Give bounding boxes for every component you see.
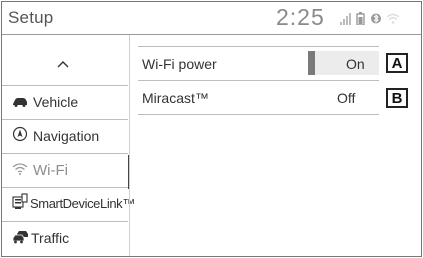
signal-icon (339, 12, 351, 30)
callout-b: B (386, 88, 408, 108)
sidebar-item-label: Wi-Fi (33, 162, 68, 179)
sidebar-item-navigation[interactable]: Navigation (2, 119, 130, 153)
setup-screen: Setup 2:25 Vehicle Navigation Wi-Fi Smar… (1, 1, 422, 257)
sidebar-item-label: Traffic (31, 230, 70, 246)
sidebar-item-traffic[interactable]: Traffic (2, 221, 130, 255)
sidebar-item-label: Navigation (33, 128, 100, 144)
smartdevicelink-icon (12, 187, 28, 224)
chevron-up-icon (57, 61, 69, 68)
header-bar: Setup 2:25 (2, 2, 421, 35)
sidebar-item-wifi[interactable]: Wi-Fi (2, 153, 130, 190)
sidebar-item-smartdevicelink[interactable]: SmartDeviceLink™ (2, 187, 135, 224)
traffic-icon (12, 221, 30, 256)
wifi-power-row[interactable]: Wi-Fi power On (138, 47, 379, 81)
car-icon (12, 85, 28, 122)
sidebar: Vehicle Navigation Wi-Fi SmartDeviceLink… (2, 35, 135, 256)
wifi-power-toggle[interactable]: On (308, 51, 379, 75)
miracast-value: Off (337, 90, 356, 106)
wifi-icon (386, 12, 400, 30)
compass-icon (12, 119, 28, 156)
miracast-label: Miracast™ (142, 90, 209, 106)
wifi-power-value: On (346, 56, 365, 72)
scroll-up-button[interactable] (2, 45, 130, 85)
wifi-power-label: Wi-Fi power (142, 56, 217, 72)
clock: 2:25 (276, 4, 325, 30)
battery-icon (356, 12, 365, 30)
settings-list: Wi-Fi power On Miracast™ Off A B (130, 35, 421, 256)
wifi-icon (12, 153, 28, 190)
sidebar-item-vehicle[interactable]: Vehicle (2, 85, 130, 119)
callout-a: A (386, 53, 408, 73)
toggle-indicator (308, 51, 315, 75)
bluetooth-icon (371, 12, 381, 30)
sidebar-item-label: Vehicle (33, 94, 79, 110)
page-title: Setup (8, 8, 54, 27)
miracast-row[interactable]: Miracast™ Off (138, 81, 379, 115)
sidebar-item-label: SmartDeviceLink™ (30, 196, 135, 211)
